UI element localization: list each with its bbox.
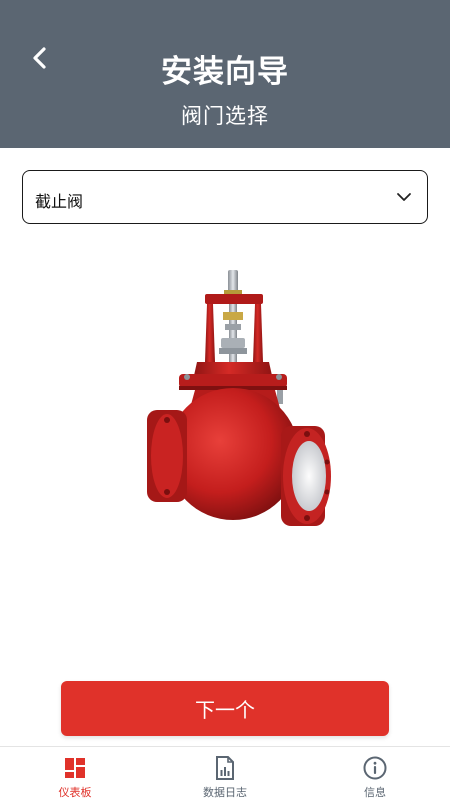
valve-product-image [147,270,331,526]
tab-dashboard[interactable]: 仪表板 [0,747,150,800]
next-button[interactable]: 下一个 [61,681,389,736]
page-subtitle: 阀门选择 [181,104,269,128]
app-header: 安装向导 阀门选择 [0,0,450,148]
tab-label-info: 信息 [364,786,386,799]
data-log-icon [216,755,234,780]
chevron-down-icon [397,193,411,201]
info-icon [363,756,387,779]
tab-info[interactable]: 信息 [300,747,450,800]
bottom-tab-bar: 仪表板 数据日志 信息 [0,746,450,800]
tab-label-dashboard: 仪表板 [58,786,92,799]
tab-data-log[interactable]: 数据日志 [150,747,300,800]
tab-label-data-log: 数据日志 [203,786,247,799]
valve-type-selected-value: 截止阀 [35,192,84,211]
valve-type-select[interactable]: 截止阀 [22,170,428,224]
page-title: 安装向导 [161,54,289,90]
dashboard-icon [65,757,85,778]
